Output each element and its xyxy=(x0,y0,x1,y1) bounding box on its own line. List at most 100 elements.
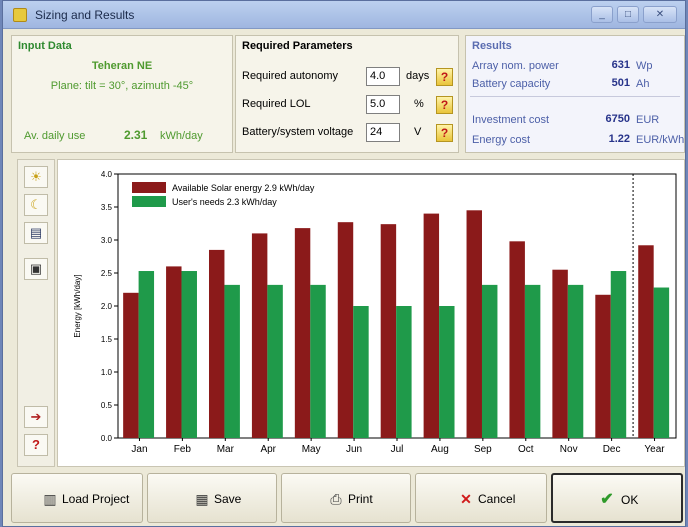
ok-label: OK xyxy=(621,493,639,507)
print-label: Print xyxy=(348,492,373,506)
y-tick-label: 3.5 xyxy=(101,203,113,212)
autonomy-label: Required autonomy xyxy=(242,70,339,82)
battery-icon[interactable]: ▣ xyxy=(24,258,48,280)
daily-use-unit: kWh/day xyxy=(160,130,203,142)
y-tick-label: 4.0 xyxy=(101,170,113,179)
needs-bar xyxy=(396,306,412,438)
needs-bar xyxy=(224,284,240,438)
solar-bar xyxy=(380,224,397,438)
solar-bar xyxy=(123,292,139,438)
sun-icon[interactable]: ☀ xyxy=(24,166,48,188)
close-button[interactable]: ✕ xyxy=(643,6,677,23)
save-icon: ▦ xyxy=(195,491,209,507)
solar-bar xyxy=(251,233,268,438)
energy-cost-value: 1.22 xyxy=(608,133,630,145)
y-axis-label: Energy [kWh/day] xyxy=(73,274,82,337)
solar-bar xyxy=(166,266,182,438)
solar-bar xyxy=(552,269,568,438)
solar-bar xyxy=(595,294,611,438)
x-tick-label: Dec xyxy=(603,444,621,455)
voltage-input[interactable]: 24 xyxy=(366,123,400,142)
solar-bar xyxy=(337,222,354,438)
battery-capacity-label: Battery capacity xyxy=(472,78,551,90)
sizing-window: Sizing and Results _ □ ✕ Input Data Tehe… xyxy=(2,0,686,527)
results-divider xyxy=(470,96,680,97)
voltage-help-button[interactable]: ? xyxy=(436,124,453,142)
daily-use-value: 2.31 xyxy=(124,128,148,142)
voltage-row: Battery/system voltage 24 V ? xyxy=(242,122,454,144)
title-bar: Sizing and Results _ □ ✕ xyxy=(3,1,685,29)
investment-cost-label: Investment cost xyxy=(472,114,550,126)
y-tick-label: 1.5 xyxy=(101,335,113,344)
battery-capacity-unit: Ah xyxy=(636,78,650,90)
save-label: Save xyxy=(214,492,242,506)
input-data-title: Input Data xyxy=(18,40,72,52)
x-tick-label: Nov xyxy=(560,444,578,455)
plane-orientation: Plane: tilt = 30°, azimuth -45° xyxy=(50,80,194,92)
y-tick-label: 2.0 xyxy=(101,302,113,311)
needs-bar xyxy=(439,306,455,438)
daily-use-label: Av. daily use xyxy=(24,130,86,142)
needs-bar xyxy=(181,271,197,438)
x-tick-label: Jun xyxy=(346,444,362,455)
x-tick-label: Mar xyxy=(217,444,235,455)
autonomy-help-button[interactable]: ? xyxy=(436,68,453,86)
x-tick-label: Sep xyxy=(474,444,492,455)
solar-bar xyxy=(466,210,482,438)
solar-bar xyxy=(294,228,311,438)
printer-icon: ⎙ xyxy=(330,491,342,507)
export-icon[interactable]: ➔ xyxy=(24,406,48,428)
array-power-unit: Wp xyxy=(636,60,653,72)
needs-bar xyxy=(353,306,369,438)
y-tick-label: 2.5 xyxy=(101,269,113,278)
solar-bar xyxy=(423,213,440,438)
site-name: Teheran NE xyxy=(91,60,153,72)
y-tick-label: 0.0 xyxy=(101,434,113,443)
ok-button[interactable]: ✔ OK xyxy=(551,473,683,523)
lol-help-button[interactable]: ? xyxy=(436,96,453,114)
maximize-button[interactable]: □ xyxy=(617,6,639,23)
x-tick-label: Aug xyxy=(431,444,449,455)
results-title: Results xyxy=(472,40,512,52)
autonomy-row: Required autonomy 4.0 days ? xyxy=(242,66,454,88)
needs-bar xyxy=(481,284,498,438)
solar-bar xyxy=(509,241,525,438)
investment-cost-value: 6750 xyxy=(605,113,630,125)
load-project-label: Load Project xyxy=(62,492,130,506)
x-tick-label: May xyxy=(302,444,321,455)
lol-label: Required LOL xyxy=(242,98,311,110)
autonomy-input[interactable]: 4.0 xyxy=(366,67,400,86)
save-button[interactable]: ▦ Save xyxy=(147,473,277,523)
needs-bar xyxy=(524,284,541,438)
autonomy-unit: days xyxy=(406,70,430,82)
solar-bar xyxy=(638,245,654,438)
moon-icon[interactable]: ☾ xyxy=(24,194,48,216)
x-tick-label: Apr xyxy=(260,444,276,455)
needs-bar xyxy=(567,284,584,438)
lol-row: Required LOL 5.0 % ? xyxy=(242,94,454,116)
table-icon[interactable]: ▤ xyxy=(24,222,48,244)
required-parameters-panel: Required Parameters Required autonomy 4.… xyxy=(235,35,459,153)
energy-chart-area: 0.0 0.5 1.0 1.5 2.0 2.5 3.0 3.5 4.0 Energy [kWh/d… xyxy=(57,159,685,467)
legend-label-needs: User's needs 2.3 kWh/day xyxy=(172,197,277,207)
battery-capacity-value: 501 xyxy=(611,77,630,89)
energy-chart: 0.0 0.5 1.0 1.5 2.0 2.5 3.0 3.5 4.0 Energy [kWh/d… xyxy=(73,170,677,455)
x-tick-label: Oct xyxy=(518,444,534,455)
x-tick-label: Jul xyxy=(391,444,404,455)
load-project-button[interactable]: ▥ Load Project xyxy=(11,473,143,523)
lol-input[interactable]: 5.0 xyxy=(366,95,400,114)
window-title: Sizing and Results xyxy=(35,8,135,22)
input-data-panel: Input Data Teheran NE Plane: tilt = 30°,… xyxy=(11,35,233,153)
array-power-label: Array nom. power xyxy=(472,60,559,72)
print-button[interactable]: ⎙ Print xyxy=(281,473,411,523)
cancel-button[interactable]: ✕ Cancel xyxy=(415,473,547,523)
x-tick-label: Year xyxy=(644,444,665,455)
cancel-icon: ✕ xyxy=(460,491,472,507)
y-tick-label: 1.0 xyxy=(101,368,113,377)
chart-help-button[interactable]: ? xyxy=(24,434,48,456)
x-tick-label: Feb xyxy=(174,444,192,455)
voltage-unit: V xyxy=(414,126,422,138)
investment-cost-unit: EUR xyxy=(636,114,660,126)
needs-bar xyxy=(310,284,326,438)
minimize-button[interactable]: _ xyxy=(591,6,613,23)
